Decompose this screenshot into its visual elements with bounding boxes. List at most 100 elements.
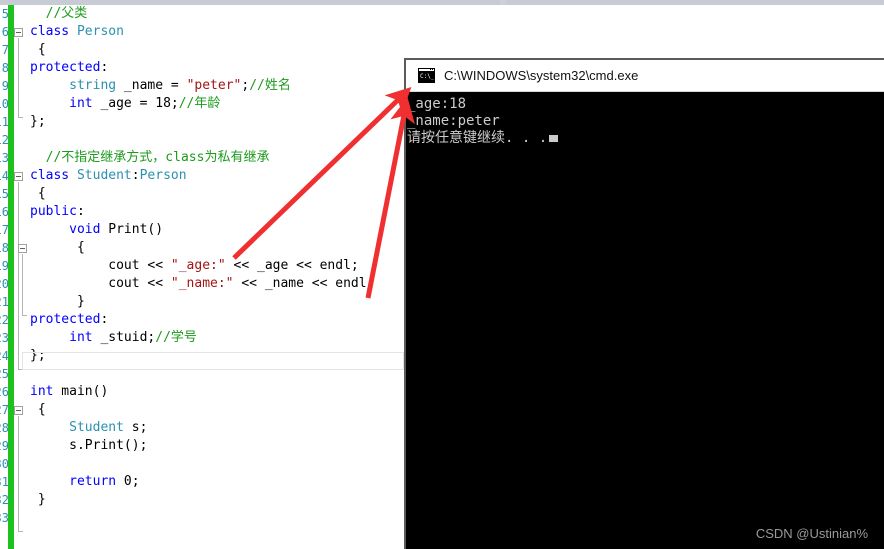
fold-guide-student xyxy=(18,182,19,369)
code-line[interactable]: string _name = "peter";//姓名 xyxy=(30,77,405,95)
code-line[interactable]: { xyxy=(30,239,405,257)
code-line[interactable]: cout << "_age:" << _age << endl; xyxy=(30,257,405,275)
code-token-plain: s; xyxy=(123,420,148,435)
fold-margin[interactable] xyxy=(14,5,30,549)
code-line[interactable]: } xyxy=(30,293,405,311)
code-token-plain: cout << xyxy=(30,258,171,273)
line-number: 9 xyxy=(1,79,8,93)
code-line[interactable]: cout << "_name:" << _name << endl; xyxy=(30,275,405,293)
line-number: 13 xyxy=(0,151,8,165)
fold-toggle-main[interactable] xyxy=(14,406,23,415)
code-token-kw: class xyxy=(30,24,77,39)
code-token-cmt: //父类 xyxy=(45,6,88,21)
code-line[interactable]: { xyxy=(30,41,405,59)
line-number: 8 xyxy=(1,61,8,75)
console-output: _age:18 _name:peter 请按任意键继续. . . xyxy=(406,92,884,549)
code-line[interactable]: int _stuid;//学号 xyxy=(30,329,405,347)
code-line[interactable] xyxy=(30,509,405,527)
code-token-cmt: //学号 xyxy=(155,330,197,345)
code-token-plain: : xyxy=(131,168,140,183)
code-token-kw: protected xyxy=(30,312,101,327)
line-number: 33 xyxy=(0,511,8,525)
line-number: 25 xyxy=(0,367,8,381)
code-line[interactable]: //父类 xyxy=(30,5,405,23)
console-output-line: _name:peter xyxy=(407,113,500,129)
fold-toggle-person[interactable] xyxy=(14,28,23,37)
line-number-gutter: 5 6 7 8 9 10 11 12 13 14 15 16 17 18 19 20 21 22 23 24 25 26 2… xyxy=(0,5,8,549)
line-number: 18 xyxy=(0,241,8,255)
fold-guide-print-end xyxy=(22,315,27,316)
code-token-plain: { xyxy=(30,42,46,57)
fold-toggle-student[interactable] xyxy=(14,172,23,181)
code-token-plain: } xyxy=(30,492,46,507)
line-number: 28 xyxy=(0,421,8,435)
line-number: 22 xyxy=(0,313,8,327)
code-token-type: string xyxy=(69,78,117,93)
line-number: 7 xyxy=(1,43,8,57)
code-token-plain: { xyxy=(30,240,85,255)
code-token-str: "_age:" xyxy=(170,258,226,273)
code-token-plain: s.Print(); xyxy=(30,438,148,453)
code-token-kw: public xyxy=(30,204,77,219)
code-line[interactable]: class Student:Person xyxy=(30,167,405,185)
code-line[interactable]: protected: xyxy=(30,311,405,329)
code-line[interactable]: int _age = 18;//年龄 xyxy=(30,95,405,113)
code-line[interactable] xyxy=(30,365,405,383)
code-line[interactable]: { xyxy=(30,185,405,203)
code-line[interactable]: return 0; xyxy=(30,473,405,491)
line-number: 15 xyxy=(0,187,8,201)
code-token-str: "peter" xyxy=(186,78,242,93)
code-token-plain: _name = xyxy=(116,78,187,93)
line-number: 21 xyxy=(0,295,8,309)
line-number: 30 xyxy=(0,457,8,471)
console-title-bar[interactable]: C:\_ C:\WINDOWS\system32\cmd.exe xyxy=(406,60,884,92)
code-line[interactable]: s.Print(); xyxy=(30,437,405,455)
code-token-plain: << _name << endl; xyxy=(233,276,375,291)
code-line[interactable]: int main() xyxy=(30,383,405,401)
line-number: 19 xyxy=(0,259,8,273)
code-token-plain: 0; xyxy=(116,474,140,489)
cmd-icon: C:\_ xyxy=(418,68,435,83)
line-number: 31 xyxy=(0,475,8,489)
console-output-line: _age:18 xyxy=(407,96,467,112)
code-line[interactable]: { xyxy=(30,401,405,419)
line-number: 23 xyxy=(0,331,8,345)
code-token-kw: protected xyxy=(30,60,101,75)
screenshot-root: 5 6 7 8 9 10 11 12 13 14 15 16 17 18 19 20 21 22 23 24 25 26 2… xyxy=(0,0,884,549)
fold-toggle-print[interactable] xyxy=(18,244,27,253)
code-line[interactable]: class Person xyxy=(30,23,405,41)
code-line[interactable]: } xyxy=(30,491,405,509)
code-token-type: Student xyxy=(69,420,124,435)
code-text-area[interactable]: //父类 class Person { protected: string _nam… xyxy=(30,5,405,549)
code-line[interactable]: protected: xyxy=(30,59,405,77)
code-line[interactable] xyxy=(30,131,405,149)
code-line[interactable]: }; xyxy=(30,113,405,131)
line-number: 20 xyxy=(0,277,8,291)
line-number: 16 xyxy=(0,205,8,219)
code-line[interactable]: Student s; xyxy=(30,419,405,437)
top-strip-right xyxy=(506,0,884,5)
code-editor[interactable]: 5 6 7 8 9 10 11 12 13 14 15 16 17 18 19 20 21 22 23 24 25 26 2… xyxy=(0,5,405,549)
cmd-console-window[interactable]: C:\_ C:\WINDOWS\system32\cmd.exe _age:18… xyxy=(404,58,884,549)
code-token-cmt: //姓名 xyxy=(249,78,291,93)
code-line[interactable]: void Print() xyxy=(30,221,405,239)
fold-guide-main-end xyxy=(18,531,23,532)
csdn-watermark: CSDN @Ustinian% xyxy=(755,526,868,541)
line-number: 12 xyxy=(0,133,8,147)
fold-guide-person xyxy=(18,38,19,117)
code-line[interactable]: public: xyxy=(30,203,405,221)
code-token-plain: : xyxy=(76,204,85,219)
code-line[interactable] xyxy=(30,455,405,473)
code-token-type: Student xyxy=(76,168,132,183)
console-cursor xyxy=(549,135,559,142)
code-line[interactable]: }; xyxy=(30,347,405,365)
fold-guide-person-end xyxy=(18,117,23,118)
code-line[interactable]: //不指定继承方式，class为私有继承 xyxy=(30,149,405,167)
